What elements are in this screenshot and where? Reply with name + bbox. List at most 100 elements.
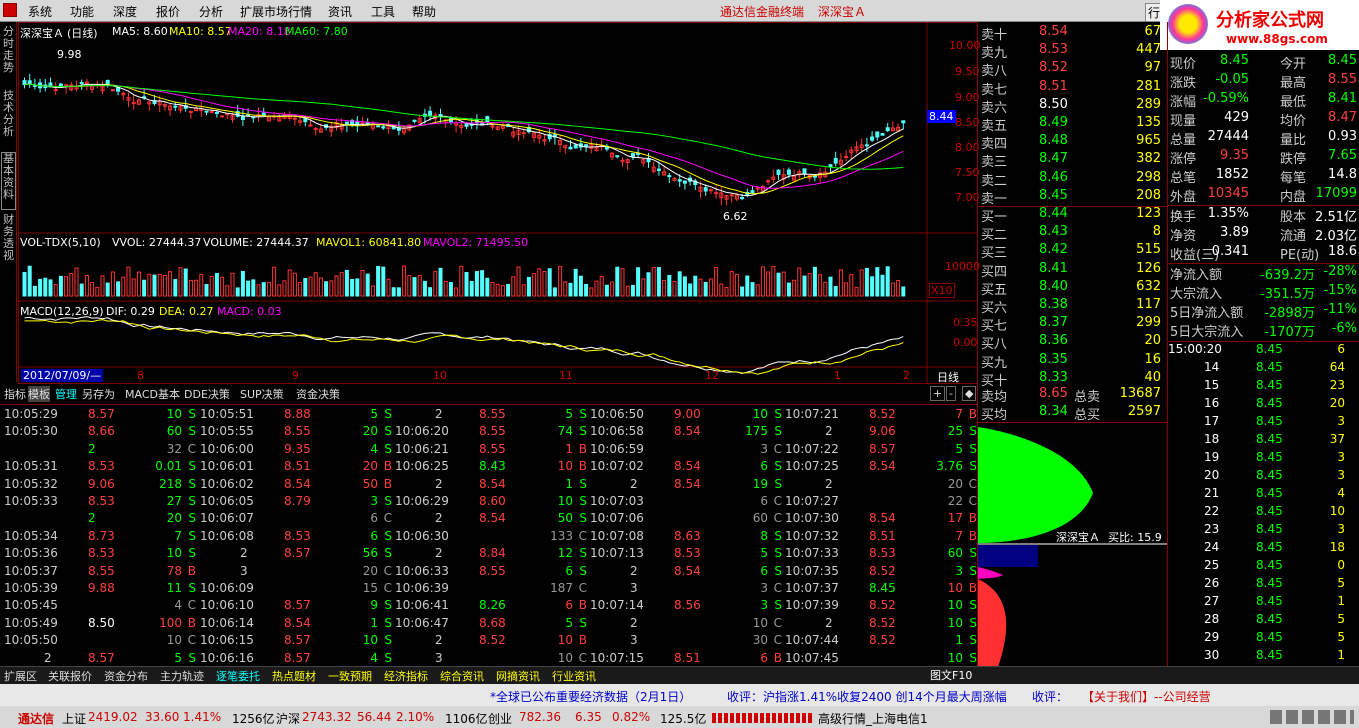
minute-price: 8.45 [1256,540,1283,554]
chart-area[interactable]: 深深宝Ａ (日线) MA5: 8.60 MA10: 8.57 MA20: 8.1… [18,22,981,385]
tick-table[interactable]: 10:05:29 8.57 10 S 10:05:30 8.66 60 S 2 32 C 10:05:… [0,404,977,666]
tab-macd-basic[interactable]: MACD基本 [125,386,180,402]
fund-label: PE(动) [1280,248,1320,263]
quote-label: 现量 [1170,114,1197,129]
tick-flag: S [384,615,392,630]
toolbar-item[interactable]: 关联报价 [48,668,92,684]
quote-value: 7.65 [1328,148,1357,163]
notice-headline[interactable]: 收评：沪指涨1.41%收复2400 创14个月最大周涨幅 [727,688,1007,705]
tab-financials[interactable]: 财务透视 [1,214,16,272]
bid-row[interactable]: 买一 8.44 123 [979,206,1165,225]
tick-flag: S [188,581,196,595]
minute-tick-row: 30 8.45 1 [1168,647,1359,665]
tick-row: 10:05:33 8.53 27 S [4,494,196,512]
tick-time: 10:07:44 [785,633,839,648]
bid-row[interactable]: 买四 8.41 126 [979,261,1165,280]
flow-pct: -11% [1323,302,1357,317]
bid-price: 8.35 [1039,351,1068,367]
menu-quote[interactable]: 报价 [156,3,180,20]
bid-row[interactable]: 买六 8.38 117 [979,297,1165,316]
tick-volume: 20 [166,511,182,526]
toolbar-item[interactable]: 热点题材 [272,668,316,684]
toolbar-item[interactable]: 一致预期 [328,668,372,684]
f10-button[interactable]: 图文F10 [930,667,972,683]
tab-sup[interactable]: SUP决策 [240,386,284,402]
ask-row[interactable]: 卖三 8.47 382 [979,151,1165,170]
about-link[interactable]: 【关于我们】--公司经营 [1082,688,1211,705]
volume-bar [802,275,807,297]
toolbar-item[interactable]: 扩展区 [4,668,37,684]
tab-dde[interactable]: DDE决策 [184,386,230,402]
tick-flag: C [383,563,392,578]
tab-template[interactable]: 模板 [28,386,50,402]
bid-row[interactable]: 买九 8.35 16 [979,351,1165,371]
zoom-in-button[interactable]: + [930,386,946,401]
quote-label: 涨停 [1170,152,1197,167]
ask-row[interactable]: 卖六 8.50 289 [979,97,1165,116]
menu-extended-market[interactable]: 扩展市场行情 [240,3,312,20]
toolbar-item[interactable]: 主力轨迹 [160,668,204,684]
toolbar-item[interactable]: 综合资讯 [440,668,484,684]
bid-row[interactable]: 买八 8.36 20 [979,333,1165,352]
volume-bar [27,265,32,297]
volume-bar [563,281,568,297]
ask-row[interactable]: 卖八 8.52 97 [979,60,1165,79]
tick-price: 8.84 [479,546,506,561]
volume-bar [724,286,729,297]
ask-row[interactable]: 卖九 8.53 447 [979,42,1165,61]
volume-bar [157,274,162,297]
tick-volume: 7 [955,407,963,421]
toolbar-item[interactable]: 行业资讯 [552,668,596,684]
ask-row[interactable]: 卖十 8.54 67 [979,24,1165,43]
toolbar-item[interactable]: 逐笔委托 [216,668,260,684]
tab-funds[interactable]: 资金决策 [296,386,340,402]
bid-row[interactable]: 买二 8.43 8 [979,224,1165,243]
candle [225,113,230,116]
ask-row[interactable]: 卖七 8.51 281 [979,79,1165,98]
tab-save-as[interactable]: 另存为 [82,386,115,402]
bid-row[interactable]: 买五 8.40 632 [979,279,1165,298]
notice-text[interactable]: *全球已公布重要经济数据（2月1日） [490,688,691,705]
menu-news[interactable]: 资讯 [328,3,352,20]
menu-analysis[interactable]: 分析 [199,3,223,20]
volume-bar [734,273,739,297]
tick-volume: 10 [557,633,573,648]
tick-volume: 56 [362,546,378,561]
tick-time: 3 [435,650,443,665]
volume-bar [251,279,256,297]
more-button[interactable]: ◆ [962,386,977,401]
menu-depth[interactable]: 深度 [113,3,137,20]
vvol-label: VVOL: 27444.37 [112,236,202,249]
tab-indicator[interactable]: 指标 [4,386,26,402]
status-icons[interactable] [1270,710,1354,724]
menu-system[interactable]: 系统 [28,3,52,20]
toolbar-item[interactable]: 经济指标 [384,668,428,684]
tick-flag: S [384,441,392,456]
zoom-out-button[interactable]: - [946,386,956,401]
tab-time-share[interactable]: 分时走势 [1,26,16,84]
ask-row[interactable]: 卖一 8.45 208 [979,188,1165,207]
bid-row[interactable]: 买七 8.37 299 [979,315,1165,334]
tick-time: 10:07:21 [785,407,839,421]
bid-label: 买四 [981,264,1008,280]
minute-volume: 6 [1337,342,1345,356]
ask-row[interactable]: 卖二 8.46 298 [979,170,1165,189]
tick-flag: S [774,459,782,474]
tick-flag: S [579,511,587,526]
ask-row[interactable]: 卖四 8.48 965 [979,133,1165,152]
minute-price: 8.45 [1256,468,1283,482]
tab-technical-analysis[interactable]: 技术分析 [1,90,16,150]
period-indicator[interactable]: 日线 [937,369,959,385]
menu-function[interactable]: 功能 [70,3,94,20]
volume-bar [568,282,573,297]
menu-help[interactable]: 帮助 [412,3,436,20]
minute-time: 21 [1204,486,1220,500]
toolbar-item[interactable]: 资金分布 [104,668,148,684]
tab-basic-info[interactable]: 基本资料 [1,152,16,210]
toolbar-item[interactable]: 网摘资讯 [496,668,540,684]
menu-tools[interactable]: 工具 [371,3,395,20]
bid-row[interactable]: 买三 8.42 515 [979,242,1165,261]
tab-manage[interactable]: 管理 [55,386,77,402]
ask-row[interactable]: 卖五 8.49 135 [979,115,1165,134]
volume-bar [823,281,828,297]
